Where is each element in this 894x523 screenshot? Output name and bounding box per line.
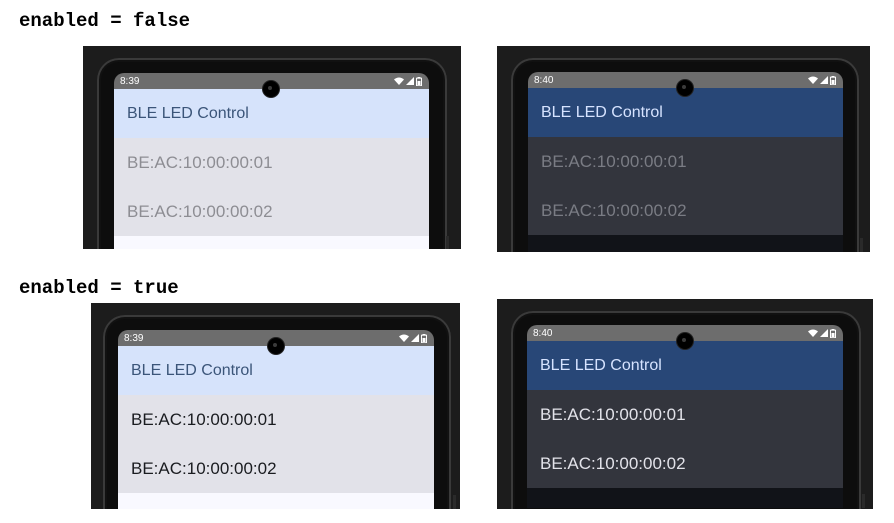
front-camera-icon (677, 333, 693, 349)
device-row[interactable]: BE:AC:10:00:00:02 (527, 439, 843, 488)
device-row: BE:AC:10:00:00:02 (541, 200, 687, 220)
phone-dark-disabled: 8:40 BLE LED Control BE:AC:10:00:00:01 B… (497, 46, 870, 252)
device-row: BE:AC:10:00:00:01 (541, 151, 687, 171)
device-row: BE:AC:10:00:00:01 (127, 152, 273, 172)
cell-signal-icon (411, 334, 419, 342)
device-list: BE:AC:10:00:00:01 BE:AC:10:00:00:02 (527, 390, 843, 488)
section-heading-disabled: enabled = false (19, 10, 191, 32)
phone-screen: 8:39 BLE LED Control BE:AC:10:00:00:01 B… (114, 73, 429, 249)
cell-signal-icon (820, 329, 828, 337)
section-heading-enabled: enabled = true (19, 277, 179, 299)
front-camera-icon (268, 338, 284, 354)
status-time: 8:40 (533, 327, 553, 339)
battery-icon (421, 333, 427, 343)
status-time: 8:39 (120, 75, 140, 87)
wifi-icon (808, 329, 818, 337)
front-camera-icon (263, 81, 279, 97)
status-time: 8:40 (534, 74, 554, 86)
phone-light-disabled: 8:39 BLE LED Control BE:AC:10:00:00:01 B… (83, 46, 461, 249)
wifi-icon (399, 334, 409, 342)
device-row[interactable]: BE:AC:10:00:00:01 (118, 395, 434, 444)
phone-light-enabled: 8:39 BLE LED Control BE:AC:10:00:00:01 B… (91, 303, 460, 509)
cell-signal-icon (820, 76, 828, 84)
screen-background (528, 235, 843, 252)
battery-icon (830, 328, 836, 338)
screen-background (527, 488, 843, 508)
device-list: BE:AC:10:00:00:01 BE:AC:10:00:00:02 (114, 138, 429, 236)
phone-screen: 8:40 BLE LED Control BE:AC:10:00:00:01 B… (528, 72, 843, 252)
battery-icon (416, 76, 422, 86)
device-list: BE:AC:10:00:00:01 BE:AC:10:00:00:02 (118, 395, 434, 493)
phone-dark-enabled: 8:40 BLE LED Control BE:AC:10:00:00:01 B… (497, 299, 873, 509)
phone-screen: 8:40 BLE LED Control BE:AC:10:00:00:01 B… (527, 325, 843, 509)
phone-screen: 8:39 BLE LED Control BE:AC:10:00:00:01 B… (118, 330, 434, 509)
status-time: 8:39 (124, 332, 144, 344)
device-row[interactable]: BE:AC:10:00:00:01 (527, 390, 843, 439)
cell-signal-icon (406, 77, 414, 85)
wifi-icon (394, 77, 404, 85)
front-camera-icon (677, 80, 693, 96)
battery-icon (830, 75, 836, 85)
wifi-icon (808, 76, 818, 84)
screen-background (114, 236, 429, 249)
screen-background (118, 493, 434, 509)
device-row[interactable]: BE:AC:10:00:00:02 (118, 444, 434, 493)
device-list: BE:AC:10:00:00:01 BE:AC:10:00:00:02 (528, 137, 843, 235)
device-row: BE:AC:10:00:00:02 (127, 201, 273, 221)
